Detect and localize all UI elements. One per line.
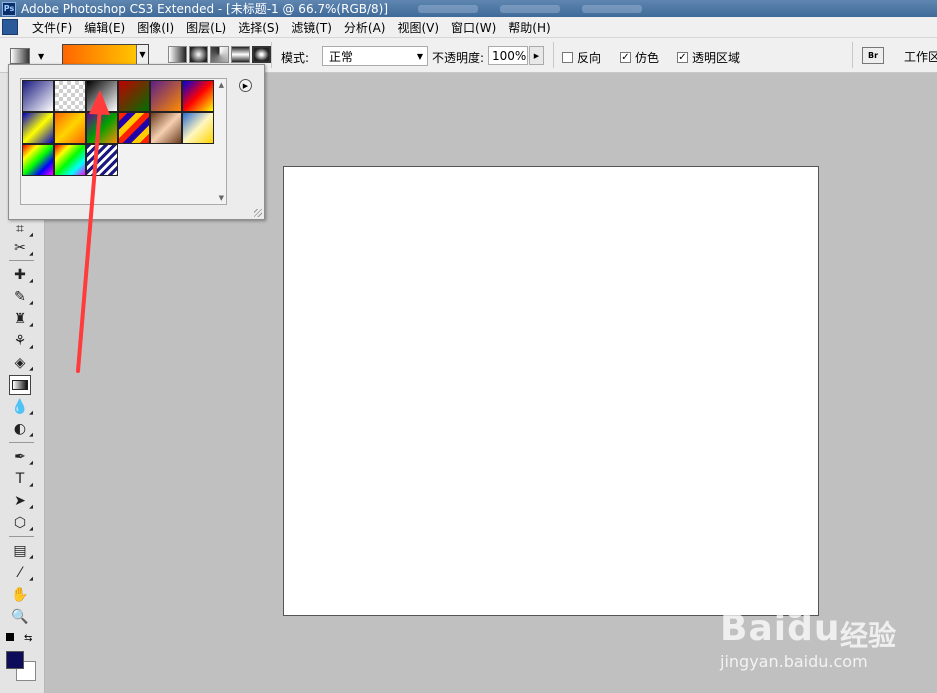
slice-icon[interactable]: ✂ ◢	[9, 238, 33, 258]
watermark-url: jingyan.baidu.com	[720, 652, 868, 671]
popup-menu-button[interactable]: ▶	[239, 79, 252, 92]
reverse-label: 反向	[577, 51, 602, 65]
dither-checkbox[interactable]: ✓ 仿色	[620, 49, 659, 66]
reverse-checkbox-box[interactable]	[562, 52, 573, 63]
gradient-preset-swatch[interactable]	[86, 144, 118, 176]
transparency-checkbox[interactable]: ✓ 透明区域	[677, 49, 740, 66]
linear-gradient-button[interactable]	[168, 46, 187, 63]
chevron-down-icon: ▼	[38, 51, 45, 61]
ps-logo-icon: Ps	[2, 1, 16, 16]
gradient-preset-swatch[interactable]	[86, 112, 118, 144]
menu-select[interactable]: 选择(S)	[232, 19, 285, 36]
gradient-preset-swatch[interactable]	[22, 144, 54, 176]
type-icon[interactable]: T ◢	[9, 469, 33, 489]
tool-preset-icon	[10, 48, 30, 64]
document-canvas[interactable]	[283, 166, 819, 616]
gradient-preset-swatch[interactable]	[182, 112, 214, 144]
menu-bar: 文件(F) 编辑(E) 图像(I) 图层(L) 选择(S) 滤镜(T) 分析(A…	[0, 17, 937, 38]
gradient-preset-swatch[interactable]	[22, 80, 54, 112]
gradient-preset-swatch[interactable]	[54, 144, 86, 176]
notes-icon[interactable]: ▤ ◢	[9, 541, 33, 561]
gradient-preset-swatch[interactable]	[54, 112, 86, 144]
gradient-editor-field[interactable]: ▼	[62, 44, 149, 65]
gradient-icon[interactable]	[9, 375, 31, 395]
angle-gradient-button[interactable]	[210, 46, 229, 63]
tool-divider	[9, 260, 34, 261]
mode-select[interactable]: 正常 ▼	[322, 46, 428, 66]
pen-icon[interactable]: ✒ ◢	[9, 447, 33, 467]
watermark-cn: 经验	[840, 619, 897, 652]
chevron-down-icon: ▼	[416, 51, 423, 61]
title-bar: Ps Adobe Photoshop CS3 Extended - [未标题-1…	[0, 0, 937, 17]
tool-preset-picker[interactable]: ▼	[10, 46, 48, 66]
menu-filter[interactable]: 滤镜(T)	[285, 19, 338, 36]
healing-brush-icon[interactable]: ✚ ◢	[9, 265, 33, 285]
clone-stamp-icon[interactable]: ♜ ◢	[9, 309, 33, 329]
gradient-preset-swatch[interactable]	[182, 80, 214, 112]
gradient-type-group	[168, 46, 271, 63]
default-colors-icon[interactable]	[6, 633, 14, 641]
bridge-icon[interactable]: Br	[862, 47, 884, 64]
zoom-icon[interactable]: 🔍	[9, 607, 31, 627]
transparency-label: 透明区域	[692, 51, 741, 65]
eyedropper-icon[interactable]: ⁄ ◢	[9, 563, 33, 583]
opacity-input[interactable]: 100%	[488, 46, 528, 65]
opacity-slider-button[interactable]: ▶	[529, 46, 544, 65]
path-selection-icon[interactable]: ➤ ◢	[9, 491, 33, 511]
gradient-dropdown-button[interactable]: ▼	[136, 45, 148, 64]
resize-grip[interactable]	[254, 209, 262, 217]
gradient-tool-glyph	[12, 380, 28, 390]
foreground-color-swatch[interactable]	[6, 651, 24, 669]
shape-icon[interactable]: ⬡ ◢	[9, 513, 33, 533]
baidu-jingyan-watermark: Baidu 经验 jingyan.baidu.com	[720, 590, 930, 675]
transparency-checkbox-box[interactable]: ✓	[677, 52, 688, 63]
gradient-preset-swatch[interactable]	[86, 80, 118, 112]
gradient-picker-popup: ▲ ▼ ▶	[8, 64, 265, 220]
divider	[553, 42, 554, 68]
radial-gradient-button[interactable]	[189, 46, 208, 63]
history-brush-icon[interactable]: ⚘ ◢	[9, 331, 33, 351]
watermark-brand: Baidu	[720, 608, 841, 649]
mode-value: 正常	[329, 49, 354, 64]
menu-image[interactable]: 图像(I)	[131, 19, 180, 36]
divider	[852, 42, 853, 68]
menu-layer[interactable]: 图层(L)	[180, 19, 232, 36]
eraser-icon[interactable]: ◈ ◢	[9, 353, 33, 373]
scroll-down-icon[interactable]: ▼	[219, 194, 224, 202]
dither-label: 仿色	[635, 51, 660, 65]
gradient-preset-swatch[interactable]	[150, 80, 182, 112]
tool-divider	[9, 442, 34, 443]
swap-colors-icon[interactable]: ⇆	[24, 633, 32, 644]
gradient-preset-swatch[interactable]	[54, 80, 86, 112]
tool-divider	[9, 536, 34, 537]
blur-icon[interactable]: 💧 ◢	[9, 397, 33, 417]
mode-label: 模式:	[281, 51, 310, 65]
gradient-preset-swatch[interactable]	[118, 112, 150, 144]
menu-analysis[interactable]: 分析(A)	[338, 19, 392, 36]
menu-edit[interactable]: 编辑(E)	[78, 19, 131, 36]
window-title: Adobe Photoshop CS3 Extended - [未标题-1 @ …	[21, 2, 389, 16]
menu-view[interactable]: 视图(V)	[391, 19, 445, 36]
taskbar-ghost	[418, 4, 643, 13]
reverse-checkbox[interactable]: 反向	[562, 49, 601, 66]
divider	[271, 42, 272, 68]
menu-window[interactable]: 窗口(W)	[445, 19, 502, 36]
crop-icon[interactable]: ⌗ ◢	[9, 219, 33, 239]
gradient-preset-swatch[interactable]	[22, 112, 54, 144]
menu-file[interactable]: 文件(F)	[26, 19, 78, 36]
dither-checkbox-box[interactable]: ✓	[620, 52, 631, 63]
opacity-label: 不透明度:	[432, 51, 485, 65]
gradient-preset-grid: ▲ ▼	[20, 78, 227, 205]
hand-icon[interactable]: ✋	[9, 585, 31, 605]
workspace-button[interactable]: 工作区	[904, 48, 937, 65]
diamond-gradient-button[interactable]	[252, 46, 271, 63]
gradient-preset-swatch[interactable]	[118, 80, 150, 112]
ps-app-icon[interactable]	[2, 19, 18, 35]
gradient-preset-swatch[interactable]	[150, 112, 182, 144]
reflected-gradient-button[interactable]	[231, 46, 250, 63]
brush-icon[interactable]: ✎ ◢	[9, 287, 33, 307]
menu-help[interactable]: 帮助(H)	[502, 19, 556, 36]
dodge-icon[interactable]: ◐ ◢	[9, 419, 33, 439]
scroll-up-icon[interactable]: ▲	[219, 81, 224, 89]
